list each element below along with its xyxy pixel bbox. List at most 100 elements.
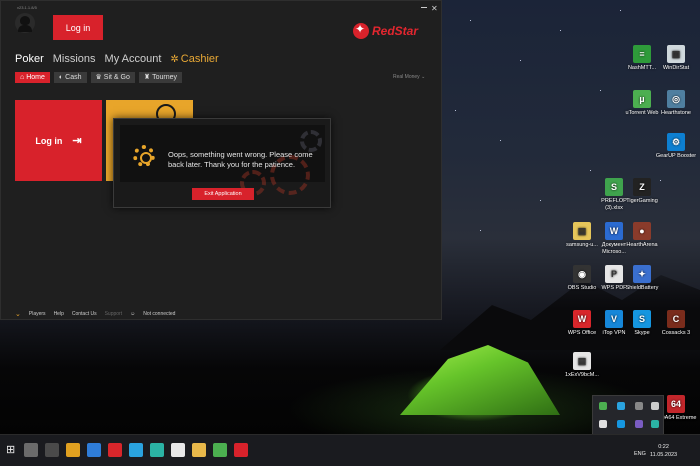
footer-players-link[interactable]: Players	[29, 311, 46, 317]
desktop-icon-label: Hearthstone	[661, 110, 691, 116]
desktop-app-icon: C	[667, 310, 685, 328]
desktop-app-icon: S	[633, 310, 651, 328]
clock-date: 11.05.2023	[650, 452, 678, 458]
desktop-app-icon: 64	[667, 395, 685, 413]
chevron-down-icon[interactable]: ⌄	[15, 310, 21, 318]
header-login-button[interactable]: Log in	[53, 15, 103, 40]
tab-sit-and-go[interactable]: ♛ Sit & Go	[90, 72, 135, 83]
client-footer: ⌄ Players Help Contact Us Support ☺ Not …	[15, 310, 175, 318]
sub-nav: ⌂ Home ◐ Cash ♛ Sit & Go ♜ Tourney	[15, 72, 183, 83]
home-icon: ⌂	[20, 74, 25, 81]
taskbar-wps-icon[interactable]	[108, 443, 122, 457]
redstar-star-icon	[353, 22, 369, 39]
desktop-icon[interactable]: C Cossacks 3	[654, 310, 698, 337]
tab-tourney[interactable]: ♜ Tourney	[138, 72, 183, 83]
tray-overflow-popup	[592, 395, 664, 435]
desktop-app-icon: µ	[633, 90, 651, 108]
desktop-icon[interactable]: Z TigerGaming	[620, 178, 664, 205]
main-nav: Poker Missions My Account ✲ Cashier	[15, 53, 219, 65]
tab-cash[interactable]: ◐ Cash	[53, 72, 87, 83]
glowing-tent	[400, 345, 560, 415]
trophy-icon: ♛	[95, 74, 102, 81]
avatar[interactable]	[15, 13, 35, 33]
poker-client-window: v23.1.1.8/5 Log in RedStar ✕ Poker Missi…	[0, 0, 442, 320]
desktop-app-icon: ▤	[573, 222, 591, 240]
tray-app-icon[interactable]	[617, 402, 625, 410]
close-icon[interactable]: ✕	[431, 4, 438, 13]
desktop-icon[interactable]: ⚙ GearUP Booster	[654, 133, 698, 160]
cash-icon: ◐	[58, 74, 64, 81]
footer-support-link[interactable]: Support	[105, 311, 123, 317]
taskbar-edge-icon[interactable]	[150, 443, 164, 457]
error-gear-icon	[133, 145, 155, 167]
taskbar-redstar-icon[interactable]	[234, 443, 248, 457]
clock-time: 0:22	[658, 444, 669, 450]
desktop-app-icon: Z	[633, 178, 651, 196]
tab-home-label: Home	[26, 74, 45, 81]
desktop-icon-label: TigerGaming	[626, 198, 658, 204]
desktop-app-icon: ●	[633, 222, 651, 240]
tab-tourney-label: Tourney	[152, 74, 178, 81]
tray-app-icon[interactable]	[651, 402, 659, 410]
brand-name: RedStar	[372, 24, 419, 38]
nav-missions[interactable]: Missions	[53, 53, 96, 65]
desktop-icon-label: GearUP Booster	[655, 153, 697, 159]
desktop-icon[interactable]: ▦ WinDirStat	[654, 45, 698, 72]
tray-app-icon[interactable]	[617, 420, 625, 428]
desktop-icon-label: 1xExV9bcM...	[565, 372, 599, 378]
taskbar-app-green-icon[interactable]	[213, 443, 227, 457]
tray-app-icon[interactable]	[599, 402, 607, 410]
taskbar-yandex-icon[interactable]	[171, 443, 185, 457]
gear-decoration-icon	[300, 130, 322, 152]
nav-my-account[interactable]: My Account	[105, 53, 162, 65]
desktop-app-icon: ▦	[667, 45, 685, 63]
chevron-down-icon: ⌄	[421, 74, 426, 80]
enter-icon: ⇥	[72, 135, 82, 147]
taskbar-search-icon[interactable]	[24, 443, 38, 457]
client-version: v23.1.1.8/5	[17, 5, 37, 10]
taskbar-task-view-icon[interactable]	[45, 443, 59, 457]
connection-status: Not connected	[143, 311, 176, 317]
desktop-app-icon: ⚙	[667, 133, 685, 151]
desktop-icon-label: Cossacks 3	[661, 330, 691, 336]
windows-start-icon[interactable]: ⊞	[6, 443, 20, 457]
tray-app-icon[interactable]	[635, 402, 643, 410]
tray-app-icon[interactable]	[635, 420, 643, 428]
taskbar-folder-icon[interactable]	[192, 443, 206, 457]
desktop-icon-label: HearthArena	[626, 242, 658, 248]
login-tile[interactable]: Log in ⇥	[15, 100, 102, 181]
desktop-app-icon: ▤	[573, 352, 591, 370]
taskbar-telegram-icon[interactable]	[129, 443, 143, 457]
error-message: Oops, something went wrong. Please come …	[168, 150, 313, 169]
login-tile-label: Log in	[35, 135, 63, 146]
tourney-icon: ♜	[143, 74, 151, 81]
taskbar: ⊞ ENG 0:22 11.05.2023	[0, 434, 700, 466]
error-dialog: Oops, something went wrong. Please come …	[113, 118, 331, 208]
nav-cashier[interactable]: ✲ Cashier	[170, 53, 218, 65]
tray-app-icon[interactable]	[599, 420, 607, 428]
footer-help-link[interactable]: Help	[54, 311, 64, 317]
support-agent-icon: ☺	[130, 311, 136, 317]
language-indicator[interactable]: ENG	[634, 451, 646, 457]
desktop-icon[interactable]: ● HearthArena	[620, 222, 664, 249]
tray-app-icon[interactable]	[651, 420, 659, 428]
nav-cashier-label: Cashier	[180, 53, 219, 65]
minimize-icon[interactable]	[421, 7, 427, 8]
desktop-icon[interactable]: ◎ Hearthstone	[654, 90, 698, 117]
footer-contact-link[interactable]: Contact Us	[72, 311, 97, 317]
desktop-app-icon: W	[573, 310, 591, 328]
tab-home[interactable]: ⌂ Home	[15, 72, 50, 83]
money-mode-select[interactable]: Real Money ⌄	[393, 74, 425, 80]
desktop-icon[interactable]: ▤ 1xExV9bcM...	[560, 352, 604, 379]
nav-poker[interactable]: Poker	[15, 53, 44, 65]
exit-application-button[interactable]: Exit Application	[192, 188, 254, 200]
desktop-app-icon: ✦	[633, 265, 651, 283]
taskbar-mail-icon[interactable]	[87, 443, 101, 457]
desktop-icon-label: WinDirStat	[662, 65, 690, 71]
tab-sit-and-go-label: Sit & Go	[103, 74, 130, 81]
taskbar-calculator-icon[interactable]	[66, 443, 80, 457]
desktop-icon[interactable]: ✦ ShieldBattery	[620, 265, 664, 292]
clock[interactable]: 0:22 11.05.2023	[650, 443, 677, 459]
desktop-app-icon: ≡	[633, 45, 651, 63]
money-mode-label: Real Money	[393, 74, 420, 80]
